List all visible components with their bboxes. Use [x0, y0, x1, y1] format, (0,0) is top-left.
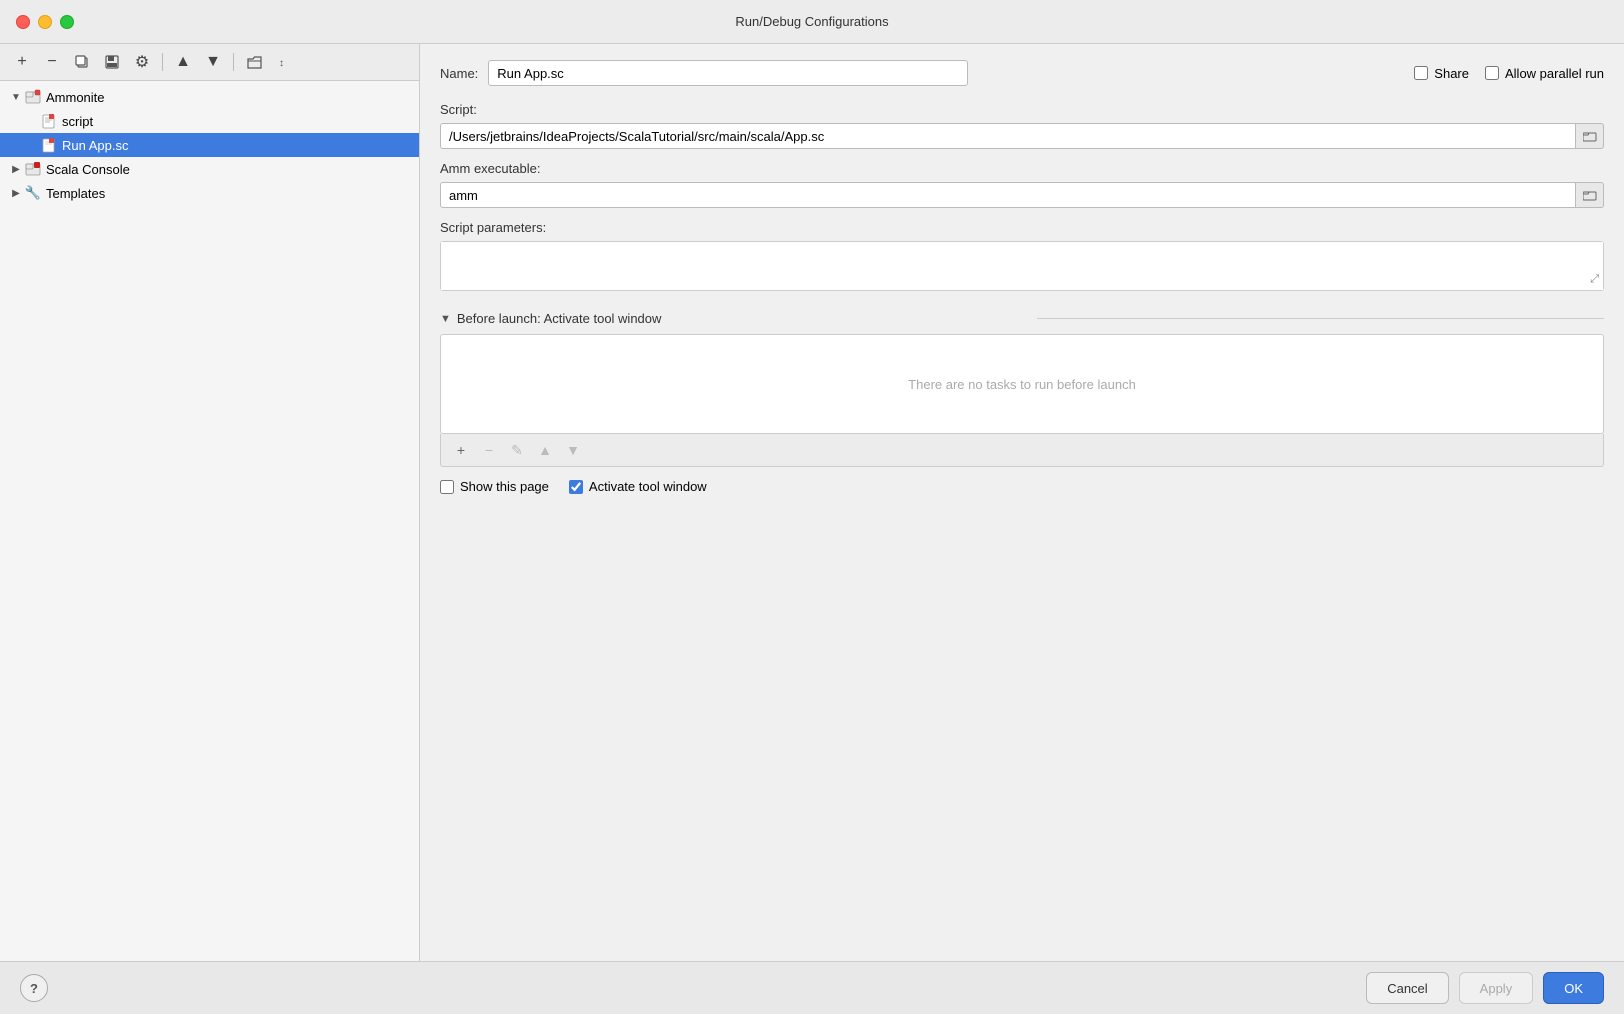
show-page-label[interactable]: Show this page — [460, 479, 549, 494]
tree-item-script[interactable]: ▶ script — [0, 109, 419, 133]
script-params-box: ⤢ — [440, 241, 1604, 291]
amm-input[interactable] — [440, 182, 1576, 208]
before-launch-divider — [1037, 318, 1604, 319]
close-button[interactable] — [16, 15, 30, 29]
script-input-group — [440, 123, 1604, 149]
before-launch-remove-button[interactable]: − — [477, 439, 501, 461]
window-title: Run/Debug Configurations — [735, 14, 888, 29]
name-row: Name: Share Allow parallel run — [440, 60, 1604, 86]
share-checkbox-group: Share — [1414, 66, 1469, 81]
move-up-button[interactable]: ▲ — [169, 49, 197, 75]
before-launch-toolbar: + − ✎ ▲ ▼ — [440, 434, 1604, 467]
apply-button[interactable]: Apply — [1459, 972, 1534, 1004]
left-panel: + − ⚙ ▲ ▼ — [0, 44, 420, 961]
show-page-checkbox[interactable] — [440, 480, 454, 494]
bottom-bar: ? Cancel Apply OK — [0, 961, 1624, 1014]
run-app-label: Run App.sc — [62, 138, 129, 153]
tree-item-run-app[interactable]: ▶ Run App.sc — [0, 133, 419, 157]
amm-section: Amm executable: — [440, 161, 1604, 208]
script-icon — [40, 112, 58, 130]
ok-button[interactable]: OK — [1543, 972, 1604, 1004]
tree-item-ammonite[interactable]: ▼ Ammonite — [0, 85, 419, 109]
ammonite-icon — [24, 88, 42, 106]
script-browse-button[interactable] — [1576, 123, 1604, 149]
templates-expand-icon[interactable]: ▶ — [8, 185, 24, 201]
share-checkbox[interactable] — [1414, 66, 1428, 80]
before-launch-label: Before launch: Activate tool window — [457, 311, 1024, 326]
run-app-icon — [40, 136, 58, 154]
maximize-button[interactable] — [60, 15, 74, 29]
amm-browse-button[interactable] — [1576, 182, 1604, 208]
ammonite-expand-icon[interactable]: ▼ — [8, 89, 24, 105]
sort-button[interactable]: ↕ — [270, 49, 298, 75]
window-controls[interactable] — [16, 15, 74, 29]
before-launch-down-button[interactable]: ▼ — [561, 439, 585, 461]
right-panel: Name: Share Allow parallel run Script: — [420, 44, 1624, 961]
script-label: Script: — [440, 102, 1604, 117]
script-input[interactable] — [440, 123, 1576, 149]
scala-console-label: Scala Console — [46, 162, 130, 177]
bottom-left: ? — [20, 974, 48, 1002]
allow-parallel-label[interactable]: Allow parallel run — [1505, 66, 1604, 81]
before-launch-collapse-icon[interactable]: ▼ — [440, 313, 451, 325]
show-page-group: Show this page — [440, 479, 549, 494]
remove-config-button[interactable]: − — [38, 49, 66, 75]
svg-text:↕: ↕ — [279, 58, 284, 69]
options-row: Show this page Activate tool window — [440, 479, 1604, 494]
script-params-label: Script parameters: — [440, 220, 1604, 235]
script-params-input[interactable] — [441, 242, 1603, 290]
help-button[interactable]: ? — [20, 974, 48, 1002]
activate-window-checkbox[interactable] — [569, 480, 583, 494]
script-params-section: Script parameters: ⤢ — [440, 220, 1604, 291]
settings-config-button[interactable]: ⚙ — [128, 49, 156, 75]
templates-icon: 🔧 — [24, 184, 42, 202]
left-toolbar: + − ⚙ ▲ ▼ — [0, 44, 419, 81]
script-label: script — [62, 114, 93, 129]
minimize-button[interactable] — [38, 15, 52, 29]
before-launch-box: There are no tasks to run before launch — [440, 334, 1604, 434]
before-launch-up-button[interactable]: ▲ — [533, 439, 557, 461]
activate-window-label[interactable]: Activate tool window — [589, 479, 707, 494]
before-launch-header: ▼ Before launch: Activate tool window — [440, 311, 1604, 326]
scala-console-icon — [24, 160, 42, 178]
expand-icon[interactable]: ⤢ — [1590, 273, 1599, 286]
folder-button[interactable] — [240, 49, 268, 75]
toolbar-sep-1 — [162, 53, 163, 71]
save-config-button[interactable] — [98, 49, 126, 75]
add-config-button[interactable]: + — [8, 49, 36, 75]
share-label[interactable]: Share — [1434, 66, 1469, 81]
share-group: Share Allow parallel run — [1414, 66, 1604, 81]
before-launch-edit-button[interactable]: ✎ — [505, 439, 529, 461]
tree-item-scala-console[interactable]: ▶ Scala Console — [0, 157, 419, 181]
cancel-button[interactable]: Cancel — [1366, 972, 1448, 1004]
parallel-checkbox-group: Allow parallel run — [1485, 66, 1604, 81]
amm-label: Amm executable: — [440, 161, 1604, 176]
before-launch-add-button[interactable]: + — [449, 439, 473, 461]
copy-config-button[interactable] — [68, 49, 96, 75]
tree-item-templates[interactable]: ▶ 🔧 Templates — [0, 181, 419, 205]
activate-window-group: Activate tool window — [569, 479, 707, 494]
bottom-right: Cancel Apply OK — [1366, 972, 1604, 1004]
before-launch-empty-text: There are no tasks to run before launch — [908, 377, 1136, 392]
allow-parallel-checkbox[interactable] — [1485, 66, 1499, 80]
name-input[interactable] — [488, 60, 968, 86]
ammonite-label: Ammonite — [46, 90, 105, 105]
script-section: Script: — [440, 102, 1604, 149]
scala-console-expand-icon[interactable]: ▶ — [8, 161, 24, 177]
toolbar-sep-2 — [233, 53, 234, 71]
title-bar: Run/Debug Configurations — [0, 0, 1624, 44]
name-label: Name: — [440, 66, 478, 81]
amm-input-group — [440, 182, 1604, 208]
move-down-button[interactable]: ▼ — [199, 49, 227, 75]
templates-label: Templates — [46, 186, 105, 201]
before-launch-section: ▼ Before launch: Activate tool window Th… — [440, 311, 1604, 467]
config-tree: ▼ Ammonite ▶ — [0, 81, 419, 961]
